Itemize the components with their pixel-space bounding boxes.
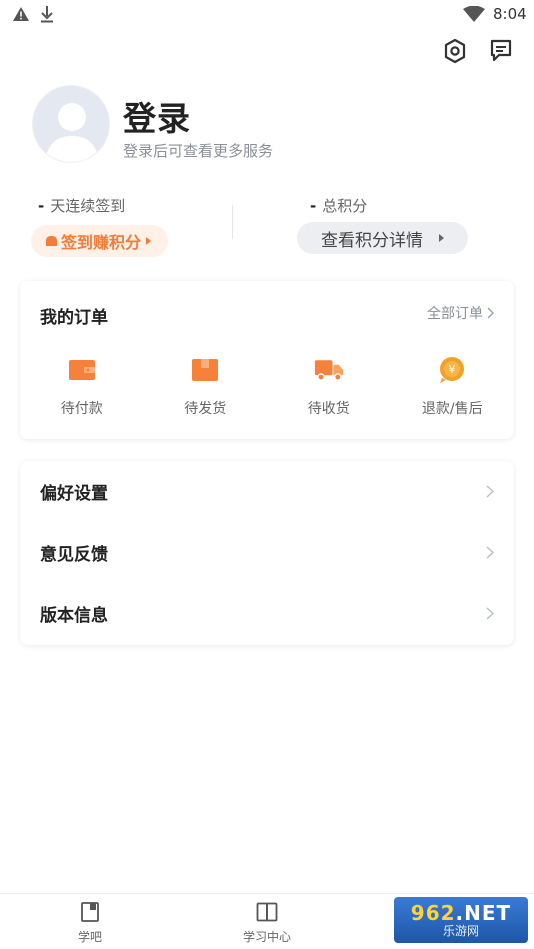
nav-label: 学习中心 bbox=[242, 930, 291, 944]
order-status-label: 待发货 bbox=[184, 401, 227, 417]
chevron-right-icon bbox=[487, 307, 494, 319]
avatar[interactable] bbox=[32, 85, 110, 163]
version-info-row[interactable]: 版本信息 bbox=[20, 583, 514, 644]
status-bar: 8:04 bbox=[0, 0, 534, 30]
chevron-right-icon bbox=[486, 607, 494, 620]
settings-row-label: 偏好设置 bbox=[40, 484, 108, 504]
points-detail-label: 查看积分详情 bbox=[321, 230, 423, 251]
play-arrow-icon bbox=[146, 237, 152, 245]
nav-study-center[interactable]: 学习中心 bbox=[235, 902, 299, 945]
order-status-label: 待付款 bbox=[60, 401, 103, 417]
nav-xueba[interactable]: 学吧 bbox=[68, 902, 112, 945]
points-stat: - 总积分 bbox=[310, 195, 367, 216]
download-icon bbox=[41, 6, 53, 23]
login-subtitle: 登录后可查看更多服务 bbox=[123, 142, 274, 160]
settings-row-label: 版本信息 bbox=[40, 606, 108, 626]
order-pending-payment[interactable]: 待付款 bbox=[20, 356, 144, 418]
refund-icon: ¥ bbox=[440, 357, 465, 383]
points-value: - bbox=[310, 197, 317, 215]
status-time: 8:04 bbox=[493, 5, 527, 23]
chevron-right-icon bbox=[486, 485, 494, 498]
order-pending-shipment[interactable]: 待发货 bbox=[144, 356, 268, 418]
wifi-icon bbox=[463, 6, 485, 22]
orders-title: 我的订单 bbox=[40, 308, 108, 328]
settings-row-label: 意见反馈 bbox=[40, 545, 108, 565]
order-pending-receipt[interactable]: 待收货 bbox=[267, 356, 391, 418]
login-title[interactable]: 登录 bbox=[123, 92, 191, 140]
streak-stat: - 天连续签到 bbox=[38, 195, 125, 216]
chevron-right-icon bbox=[486, 546, 494, 559]
stats-divider bbox=[232, 205, 233, 239]
settings-card: 偏好设置 意见反馈 版本信息 bbox=[20, 461, 514, 645]
all-orders-link[interactable]: 全部订单 bbox=[427, 303, 494, 323]
play-arrow-icon bbox=[439, 234, 444, 242]
preferences-row[interactable]: 偏好设置 bbox=[20, 461, 514, 522]
svg-text:¥: ¥ bbox=[449, 363, 456, 376]
user-avatar-icon bbox=[45, 103, 99, 162]
order-status-label: 待收货 bbox=[307, 401, 350, 417]
messages-button[interactable] bbox=[488, 38, 514, 64]
signin-button-label: 签到赚积分 bbox=[61, 233, 142, 252]
watermark-logo: 962.NET 乐游网 bbox=[394, 897, 528, 943]
order-status-label: 退款/售后 bbox=[421, 401, 483, 417]
message-icon bbox=[490, 39, 512, 62]
signin-icon bbox=[46, 236, 57, 246]
warning-icon bbox=[13, 7, 29, 21]
points-label: 总积分 bbox=[322, 197, 368, 215]
streak-label: 天连续签到 bbox=[50, 197, 126, 215]
open-book-icon bbox=[256, 902, 278, 922]
points-detail-button[interactable]: 查看积分详情 bbox=[297, 222, 468, 254]
watermark-line2: 乐游网 bbox=[442, 924, 479, 938]
truck-icon bbox=[314, 360, 343, 381]
order-status-list: 待付款 待发货 待收货 ¥ 退款/售后 bbox=[20, 356, 514, 418]
order-refund[interactable]: ¥ 退款/售后 bbox=[391, 356, 515, 418]
wallet-icon bbox=[68, 360, 95, 380]
orders-card: 我的订单 全部订单 待付款 待发货 待收货 ¥ 退款/售后 bbox=[20, 281, 514, 439]
book-icon bbox=[81, 902, 99, 922]
settings-button[interactable] bbox=[442, 38, 468, 64]
feedback-row[interactable]: 意见反馈 bbox=[20, 522, 514, 583]
streak-value: - bbox=[38, 197, 45, 215]
nav-label: 学吧 bbox=[77, 930, 102, 944]
box-icon bbox=[192, 359, 219, 381]
watermark-line1: 962.NET bbox=[410, 901, 512, 925]
signin-earn-points-button[interactable]: 签到赚积分 bbox=[31, 225, 168, 257]
gear-icon bbox=[444, 38, 466, 64]
header-actions bbox=[442, 38, 514, 64]
all-orders-label: 全部订单 bbox=[427, 306, 483, 322]
